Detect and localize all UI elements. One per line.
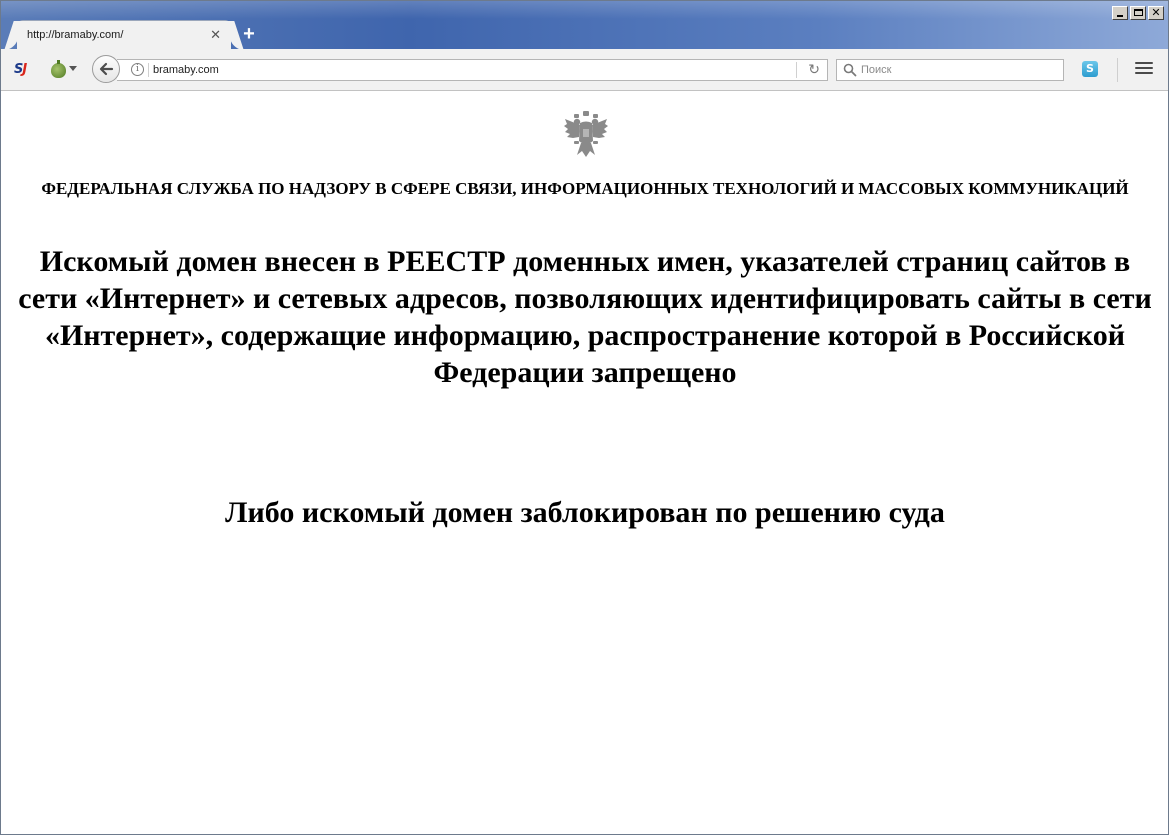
search-input[interactable]	[861, 61, 1057, 79]
info-icon[interactable]: i	[131, 63, 144, 76]
skype-icon[interactable]: S	[1082, 61, 1098, 77]
chevron-down-icon	[69, 66, 77, 71]
court-block-notice: Либо искомый домен заблокирован по решен…	[225, 496, 945, 529]
hamburger-menu-icon[interactable]	[1135, 62, 1153, 76]
close-icon: ✕	[1151, 6, 1161, 19]
url-separator	[148, 63, 149, 77]
back-arrow-icon	[99, 62, 114, 76]
registry-notice: Искомый домен внесен в РЕЕСТР доменных и…	[18, 245, 1152, 389]
tab-close-icon[interactable]: ✕	[210, 27, 221, 43]
back-button[interactable]	[92, 55, 120, 83]
url-text[interactable]: bramaby.com	[153, 64, 219, 76]
url-bar[interactable]: i bramaby.com ↻	[117, 59, 828, 81]
agency-name: ФЕДЕРАЛЬНАЯ СЛУЖБА ПО НАДЗОРУ В СФЕРЕ СВ…	[41, 179, 1129, 198]
onion-menu-button[interactable]	[47, 60, 81, 80]
coat-of-arms-icon	[564, 111, 608, 157]
tab-active[interactable]: http://bramaby.com/ ✕	[17, 21, 231, 50]
reload-separator	[796, 62, 797, 78]
navigation-toolbar: SJ i bramaby.com ↻ S	[1, 49, 1168, 91]
reload-icon[interactable]: ↻	[808, 62, 820, 78]
minimize-icon	[1117, 15, 1123, 17]
minimize-button[interactable]	[1112, 6, 1128, 20]
search-bar	[836, 59, 1064, 81]
close-window-button[interactable]: ✕	[1148, 6, 1164, 20]
sj-extension-icon[interactable]: SJ	[14, 61, 32, 79]
page-content: ФЕДЕРАЛЬНАЯ СЛУЖБА ПО НАДЗОРУ В СФЕРЕ СВ…	[1, 91, 1168, 834]
new-tab-button[interactable]: +	[239, 24, 259, 44]
onion-icon	[51, 60, 66, 78]
maximize-icon	[1134, 9, 1143, 16]
browser-window: ✕ http://bramaby.com/ ✕ + SJ i bramaby.c…	[0, 0, 1169, 835]
window-controls: ✕	[1112, 6, 1164, 20]
title-bar: ✕ http://bramaby.com/ ✕ +	[1, 1, 1168, 50]
maximize-button[interactable]	[1130, 6, 1146, 20]
toolbar-separator	[1117, 58, 1118, 82]
search-icon	[843, 63, 857, 77]
tab-title: http://bramaby.com/	[27, 29, 124, 41]
